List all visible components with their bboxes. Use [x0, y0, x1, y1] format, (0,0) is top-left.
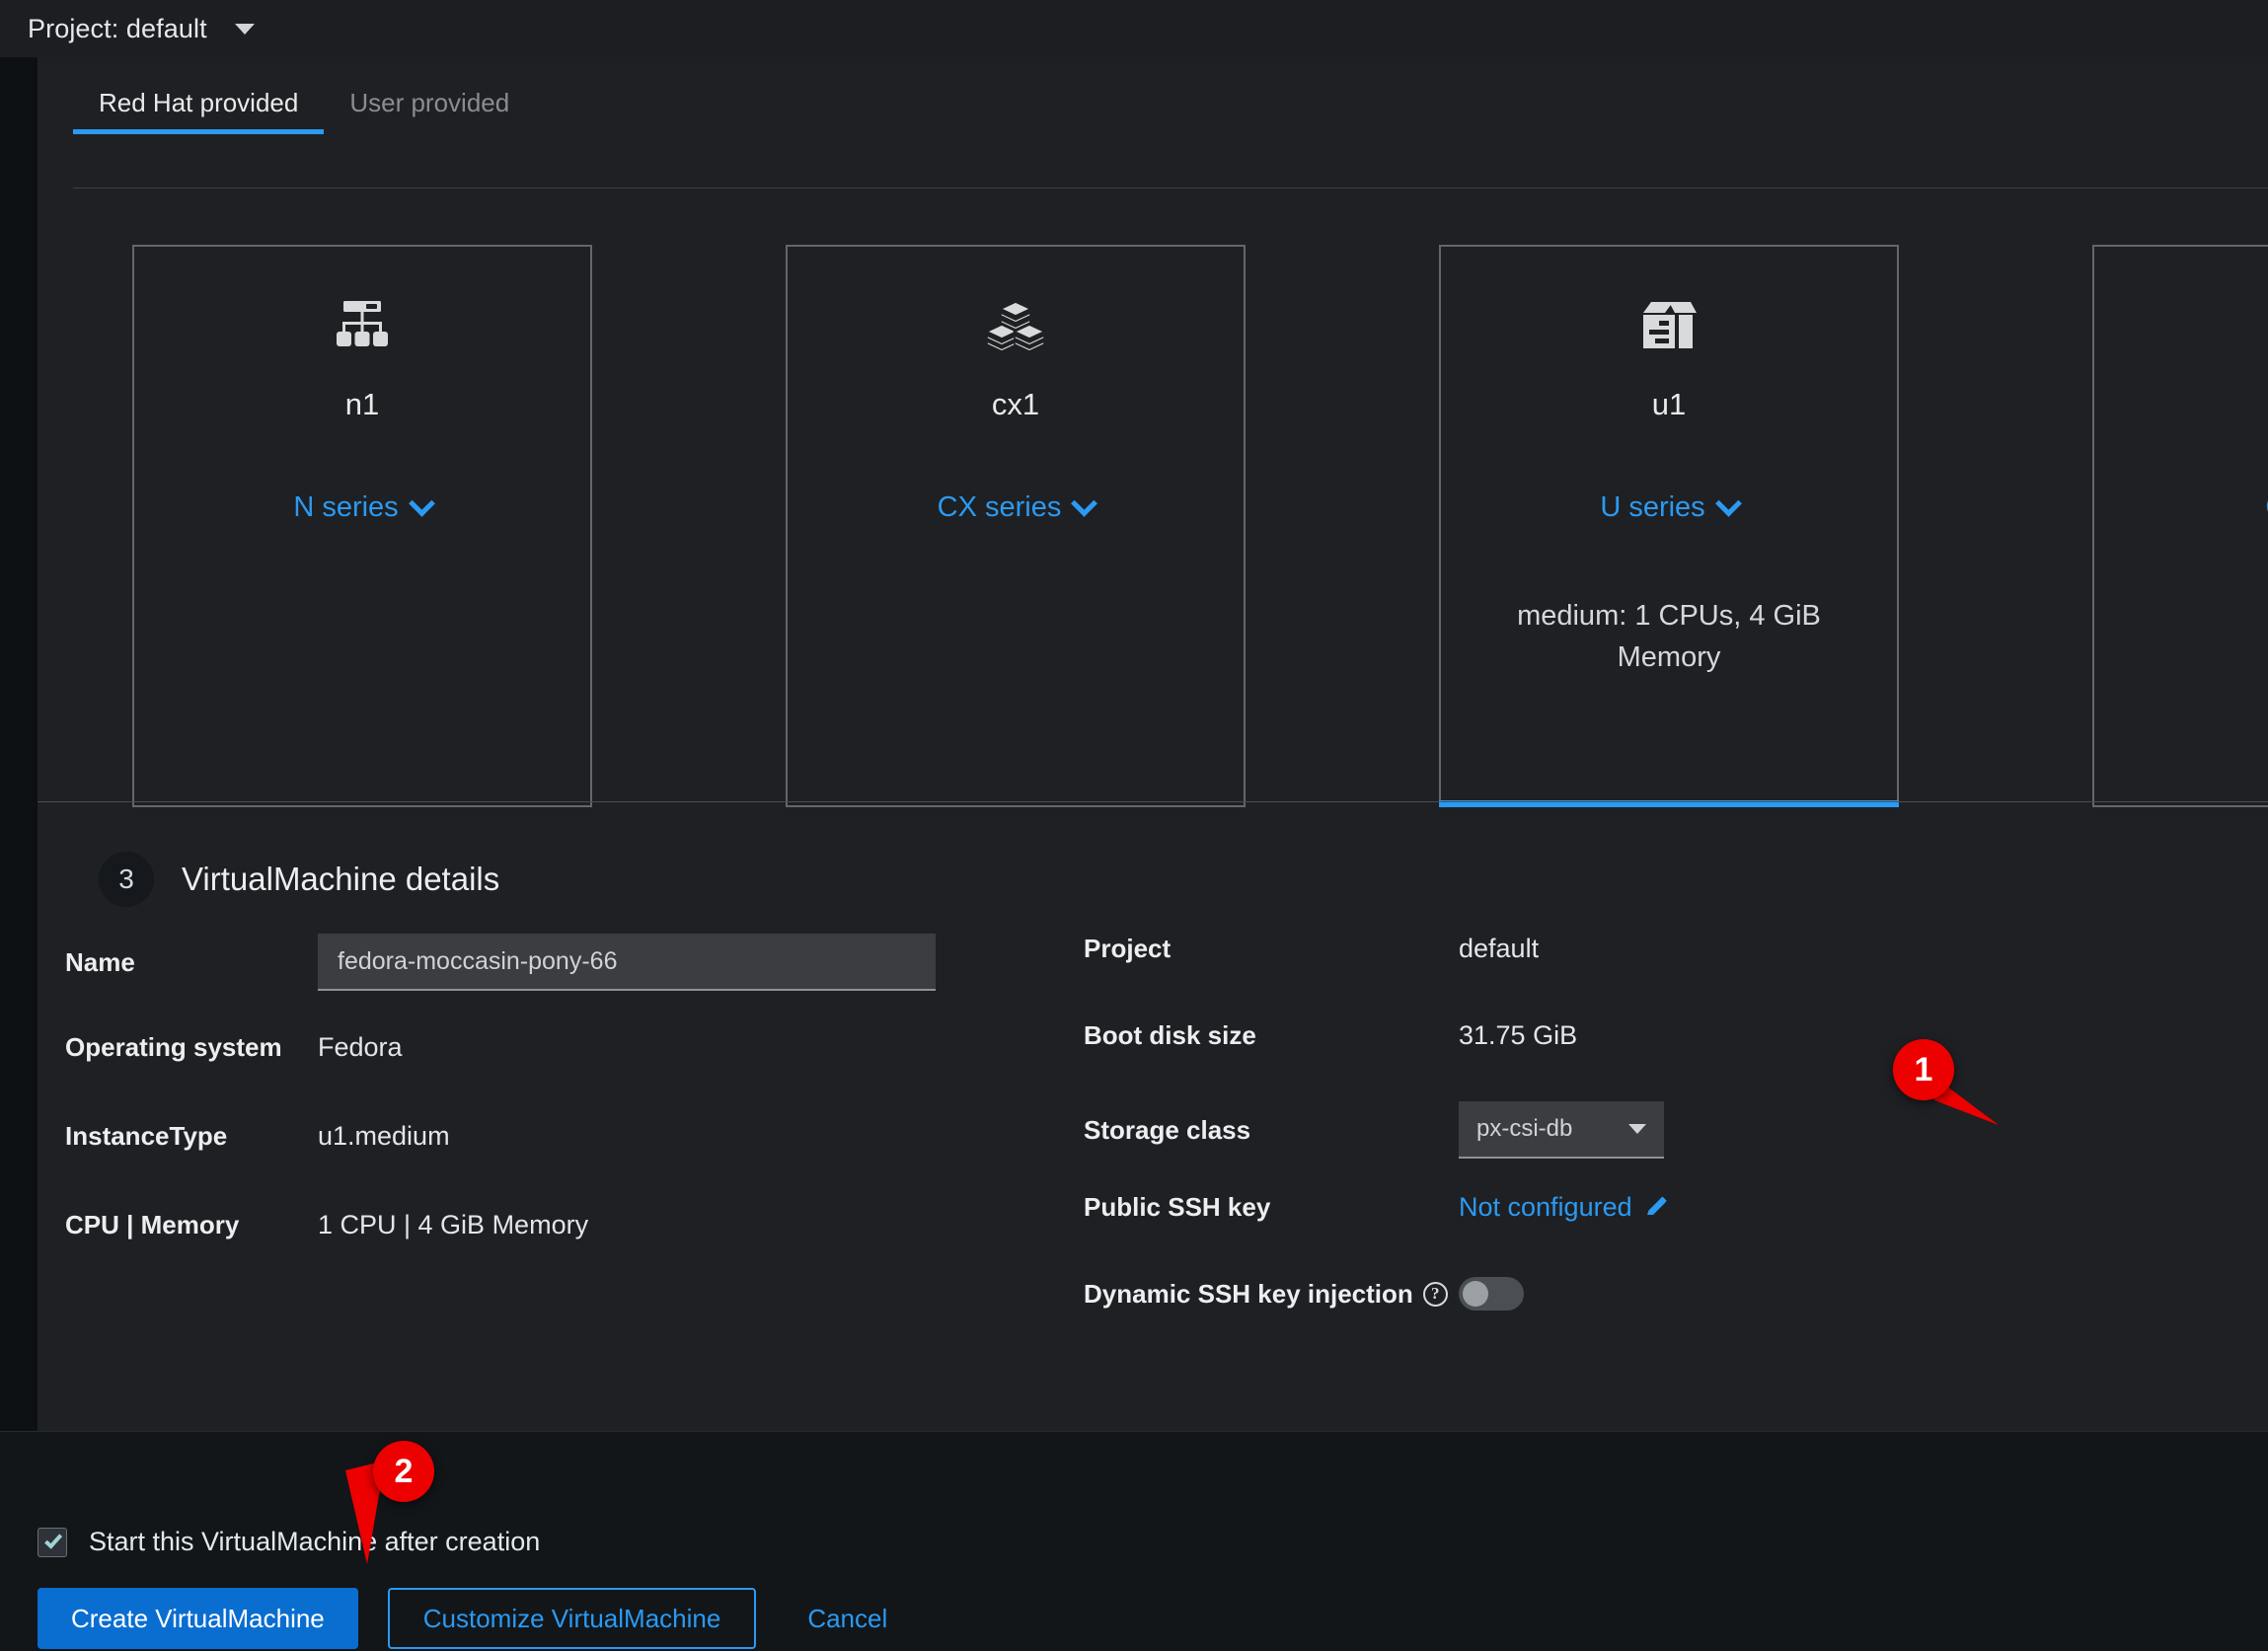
field-row-operating-system: Operating system Fedora	[65, 1032, 1161, 1063]
instance-card-cx1-name: cx1	[992, 387, 1039, 422]
vm-details-title: VirtualMachine details	[182, 861, 499, 898]
field-row-dynamic-ssh-key: Dynamic SSH key injection ?	[1084, 1277, 2248, 1311]
customize-virtualmachine-button[interactable]: Customize VirtualMachine	[388, 1588, 757, 1649]
start-vm-checkbox-row[interactable]: Start this VirtualMachine after creation	[38, 1527, 540, 1557]
instance-card-cx1-series[interactable]: CX series	[938, 491, 1095, 524]
cancel-button[interactable]: Cancel	[786, 1588, 909, 1649]
instance-card-gn1[interactable]: g GN se	[2092, 245, 2268, 807]
action-footer: Start this VirtualMachine after creation…	[0, 1431, 2268, 1651]
field-row-name: Name	[65, 934, 1161, 991]
help-circle-icon[interactable]: ?	[1423, 1282, 1448, 1307]
chevron-down-icon	[409, 490, 435, 517]
vm-details-grid: Name Operating system Fedora InstanceTyp…	[38, 934, 2268, 1417]
field-label-dynamic-ssh-key: Dynamic SSH key injection ?	[1084, 1279, 1459, 1310]
network-hierarchy-icon	[334, 294, 391, 359]
field-label-operating-system: Operating system	[65, 1032, 318, 1063]
pencil-icon	[1644, 1195, 1670, 1221]
tab-red-hat-provided[interactable]: Red Hat provided	[73, 88, 324, 134]
field-label-storage-class: Storage class	[1084, 1115, 1459, 1146]
create-virtualmachine-button[interactable]: Create VirtualMachine	[38, 1588, 358, 1649]
tab-user-provided-label: User provided	[349, 88, 509, 117]
step-badge: 3	[99, 852, 154, 907]
vm-create-page: Project: default Red Hat provided User p…	[0, 0, 2268, 1651]
instance-card-n1-name: n1	[345, 387, 379, 422]
chevron-down-icon	[235, 24, 255, 35]
project-switcher-label: Project: default	[28, 14, 207, 44]
section-divider	[38, 801, 2268, 802]
field-row-project: Project default	[1084, 934, 2248, 964]
public-ssh-key-edit-link[interactable]: Not configured	[1459, 1192, 1670, 1223]
start-vm-checkbox[interactable]	[38, 1528, 67, 1557]
instance-card-n1-series[interactable]: N series	[293, 491, 430, 524]
chevron-down-icon	[1715, 490, 1742, 517]
instance-card-u1-series[interactable]: U series	[1600, 491, 1737, 524]
field-row-boot-disk-size: Boot disk size 31.75 GiB	[1084, 1020, 2248, 1051]
main-content-panel: Red Hat provided User provided	[38, 57, 2268, 1431]
instance-card-u1[interactable]: u1 U series medium: 1 CPUs, 4 GiB Memory	[1439, 245, 1899, 807]
field-label-boot-disk-size: Boot disk size	[1084, 1020, 1459, 1051]
instance-card-n1[interactable]: n1 N series	[132, 245, 592, 807]
package-box-icon	[1641, 294, 1697, 359]
instance-card-n1-series-label: N series	[293, 491, 398, 524]
chevron-down-icon	[1628, 1124, 1646, 1134]
field-row-public-ssh-key: Public SSH key Not configured	[1084, 1192, 2248, 1223]
field-value-project: default	[1459, 934, 1539, 964]
field-row-instance-type: InstanceType u1.medium	[65, 1121, 1161, 1152]
field-value-instance-type: u1.medium	[318, 1121, 450, 1152]
cluster-cubes-icon	[987, 294, 1044, 359]
field-label-cpu-memory: CPU | Memory	[65, 1210, 318, 1240]
field-value-operating-system: Fedora	[318, 1032, 403, 1063]
field-row-cpu-memory: CPU | Memory 1 CPU | 4 GiB Memory	[65, 1210, 1161, 1240]
field-label-public-ssh-key: Public SSH key	[1084, 1192, 1459, 1223]
tab-user-provided[interactable]: User provided	[324, 88, 535, 134]
dynamic-ssh-key-toggle[interactable]	[1459, 1277, 1524, 1311]
field-value-cpu-memory: 1 CPU | 4 GiB Memory	[318, 1210, 588, 1240]
instance-type-card-row: n1 N series	[132, 245, 2268, 807]
chevron-down-icon	[1071, 490, 1097, 517]
instance-card-u1-name: u1	[1652, 387, 1686, 422]
dynamic-ssh-key-label-text: Dynamic SSH key injection	[1084, 1279, 1413, 1310]
provider-tabs: Red Hat provided User provided	[73, 79, 535, 134]
tab-red-hat-provided-label: Red Hat provided	[99, 88, 298, 117]
top-project-bar: Project: default	[0, 0, 2268, 57]
toggle-knob	[1463, 1281, 1488, 1307]
footer-button-row: Create VirtualMachine Customize VirtualM…	[38, 1588, 909, 1649]
left-nav-rail	[0, 57, 38, 1431]
instance-card-u1-series-label: U series	[1600, 491, 1704, 524]
check-icon	[44, 1531, 62, 1549]
vm-name-input[interactable]	[318, 934, 936, 991]
field-row-storage-class: Storage class px-csi-db	[1084, 1101, 2248, 1159]
instance-card-u1-size: medium: 1 CPUs, 4 GiB Memory	[1441, 595, 1897, 678]
storage-class-value: px-csi-db	[1476, 1115, 1572, 1143]
field-label-name: Name	[65, 947, 318, 978]
start-vm-checkbox-label: Start this VirtualMachine after creation	[89, 1527, 540, 1557]
project-switcher[interactable]: Project: default	[28, 14, 255, 44]
storage-class-select[interactable]: px-csi-db	[1459, 1101, 1664, 1159]
instance-card-cx1[interactable]: cx1 CX series	[786, 245, 1246, 807]
vm-details-header: 3 VirtualMachine details	[99, 852, 499, 907]
instance-card-cx1-series-label: CX series	[938, 491, 1062, 524]
field-value-boot-disk-size: 31.75 GiB	[1459, 1020, 1577, 1051]
field-label-instance-type: InstanceType	[65, 1121, 318, 1152]
public-ssh-key-value: Not configured	[1459, 1192, 1632, 1223]
field-label-project: Project	[1084, 934, 1459, 964]
